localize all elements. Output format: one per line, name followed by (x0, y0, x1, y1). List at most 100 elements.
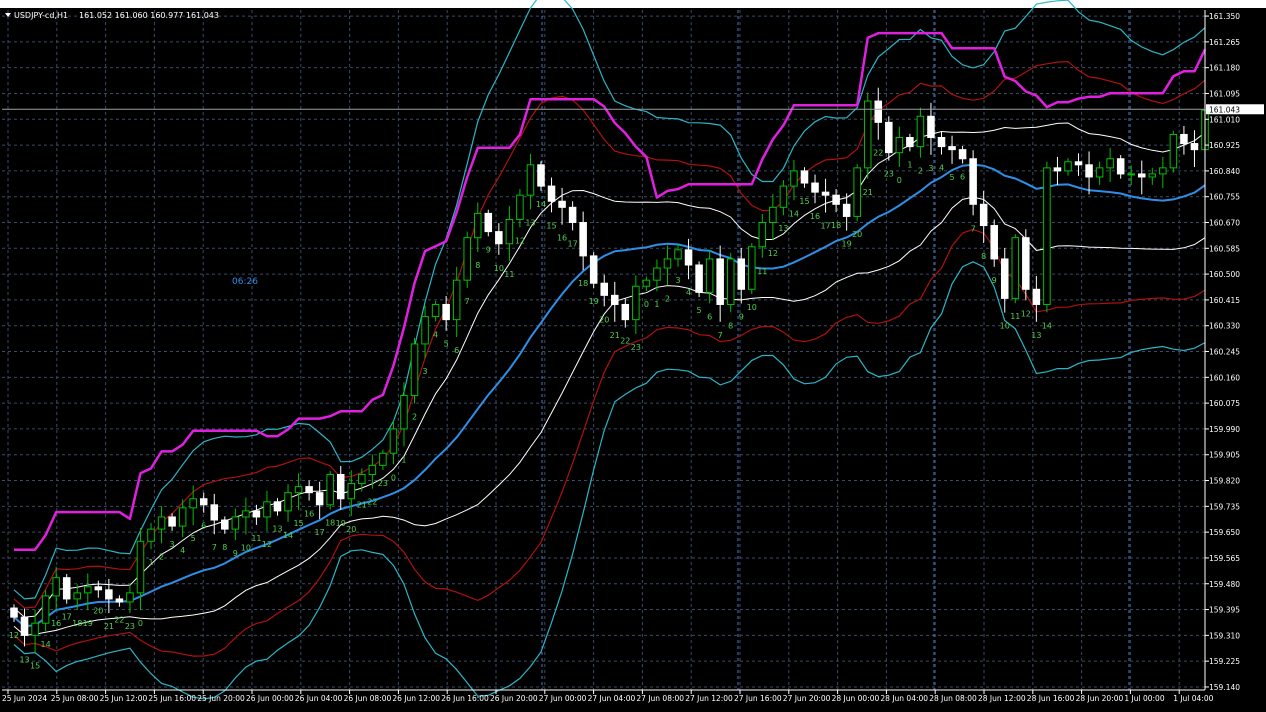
bar-counter: 4 (180, 546, 185, 555)
bar-counter: 15 (293, 519, 303, 528)
trading-chart-window: 12 13 15 14 16 17 18 19 20 21 22 23 0 1 2 3 4 5 6 7 8 9 10 11 12… (0, 0, 1266, 712)
candle-body (895, 137, 904, 154)
time-tick-label: 26 Jun 16:00 (441, 694, 489, 703)
candle-body (674, 249, 682, 260)
bar-counter: 20 (93, 607, 103, 616)
bar-counter: 13 (778, 224, 788, 233)
candle-body (52, 577, 60, 597)
candle-body (937, 137, 946, 148)
bar-counter: 0 (391, 473, 396, 482)
bar-counter: 18 (325, 519, 335, 528)
price-tick-label: 161.010 (1209, 115, 1240, 124)
bar-counter: 19 (336, 519, 346, 528)
candle-body (473, 212, 482, 239)
bar-counter: 21 (357, 500, 367, 509)
candle-body (821, 191, 830, 196)
candle-body (705, 258, 714, 293)
candle-body (1106, 158, 1114, 169)
candle-body (421, 316, 429, 345)
bar-counter: 2 (918, 167, 923, 176)
price-tick-label: 161.350 (1209, 12, 1240, 21)
candle-body (653, 267, 661, 281)
bar-counter: 22 (367, 498, 377, 507)
candle-body (1137, 173, 1146, 178)
bar-counter: 0 (644, 300, 649, 309)
candle-body (326, 473, 334, 506)
bar-counter: 6 (201, 522, 206, 531)
candle-body (305, 486, 313, 494)
candle-body (769, 206, 777, 223)
candle-body (263, 501, 271, 518)
candle-body (126, 592, 134, 603)
symbol-label: USDJPY-cd,H1 (14, 11, 68, 20)
ohlc-readout: 161.052 161.060 160.977 161.043 (79, 11, 219, 20)
price-tick-label: 161.265 (1209, 38, 1240, 47)
candle-body (389, 428, 398, 454)
candle-body (516, 194, 524, 220)
bar-counter: 12 (262, 540, 272, 549)
chart-header: USDJPY-cd,H1 161.052 161.060 160.977 161… (5, 11, 219, 20)
candle-body (1064, 161, 1072, 172)
price-tick-label: 160.670 (1209, 219, 1240, 228)
bar-counter: 5 (949, 173, 954, 182)
bar-counter: 14 (789, 209, 799, 218)
price-tick-label: 161.095 (1209, 89, 1240, 98)
price-tick-label: 159.905 (1209, 451, 1240, 460)
bar-counter: 15 (546, 221, 556, 230)
bar-counter: 4 (686, 288, 691, 297)
price-tick-label: 159.310 (1209, 631, 1240, 640)
candle-body (284, 492, 292, 512)
bar-counter: 1 (907, 160, 912, 169)
bar-counter: 13 (19, 655, 29, 664)
bar-timer: 06:26 (232, 277, 258, 287)
candle-body (758, 222, 767, 248)
candle-body (10, 607, 18, 618)
price-tick-label: 159.140 (1209, 683, 1240, 692)
candle-body (315, 492, 324, 506)
candle-body (958, 149, 967, 160)
candle-body (368, 464, 377, 475)
time-tick-label: 25 Jun 12:00 (100, 694, 148, 703)
candle-body (779, 185, 788, 208)
candle-body (579, 222, 587, 257)
candle-body (642, 279, 651, 287)
bar-counter: 7 (718, 331, 723, 340)
bar-counter: 10 (494, 264, 504, 273)
price-chart[interactable]: 12131514161718 1920212223 01234567 89101112… (0, 0, 1266, 712)
candle-body (1022, 237, 1030, 290)
candle-body (252, 510, 261, 518)
candle-body (726, 258, 735, 305)
bar-counter: 10 (747, 303, 757, 312)
candle-body (168, 516, 176, 527)
bar-counter: 16 (810, 212, 820, 221)
candle-body (695, 264, 703, 293)
bar-counter: 23 (125, 622, 135, 631)
candle-body (927, 115, 935, 138)
time-tick-label: 25 Jun 08:00 (51, 694, 99, 703)
bar-counter: 8 (222, 543, 227, 552)
bar-counter: 11 (757, 267, 767, 276)
candle-body (336, 473, 345, 500)
bar-counter: 6 (454, 346, 459, 355)
time-tick-label: 25 Jun 20:00 (197, 694, 245, 703)
candle-body (800, 170, 809, 184)
candle-body (157, 516, 166, 530)
bar-counter: 16 (304, 510, 314, 519)
price-tick-label: 160.755 (1209, 193, 1240, 202)
candle-body (1190, 143, 1199, 151)
bar-counter: 8 (981, 252, 986, 261)
candle-body (431, 303, 440, 318)
time-tick-label: 25 Jun 16:00 (148, 694, 196, 703)
bar-counter: 7 (465, 297, 470, 306)
price-tick-label: 160.925 (1209, 141, 1240, 150)
time-tick-label: 1 Jul 00:00 (1124, 694, 1164, 703)
candle-body (748, 246, 756, 290)
bar-counter: 17 (568, 239, 578, 248)
bar-counter: 2 (665, 294, 670, 303)
candle-body (105, 589, 113, 600)
bar-counter: 22 (873, 149, 883, 158)
price-tick-label: 160.075 (1209, 399, 1240, 408)
price-tick-label: 159.565 (1209, 554, 1240, 563)
price-tick-label: 160.585 (1209, 244, 1240, 253)
candle-body (663, 258, 672, 269)
